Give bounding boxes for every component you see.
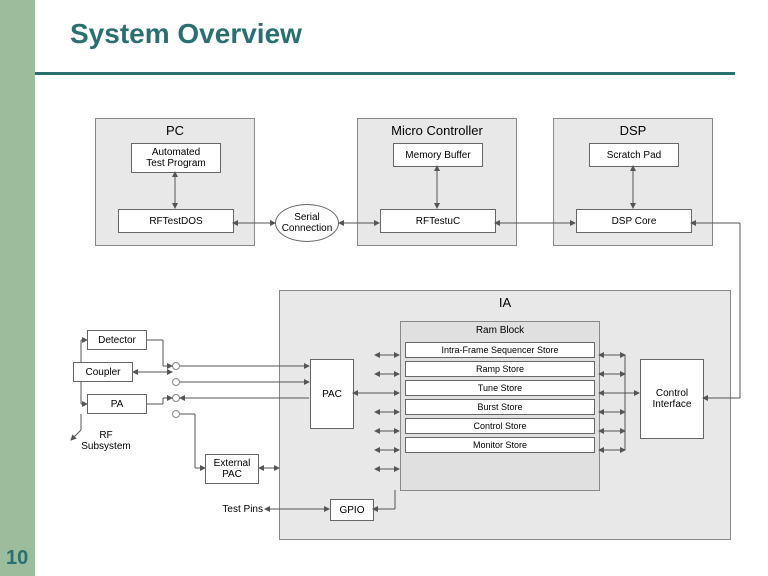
page-title: System Overview — [70, 18, 302, 50]
sidebar — [0, 0, 35, 576]
slide: System Overview 10 PC Automated Test Pro… — [0, 0, 768, 576]
diagram-canvas: PC Automated Test Program RFTestDOS Seri… — [35, 80, 768, 576]
arrows — [35, 80, 768, 576]
page-number: 10 — [6, 547, 28, 570]
title-rule — [35, 72, 735, 75]
